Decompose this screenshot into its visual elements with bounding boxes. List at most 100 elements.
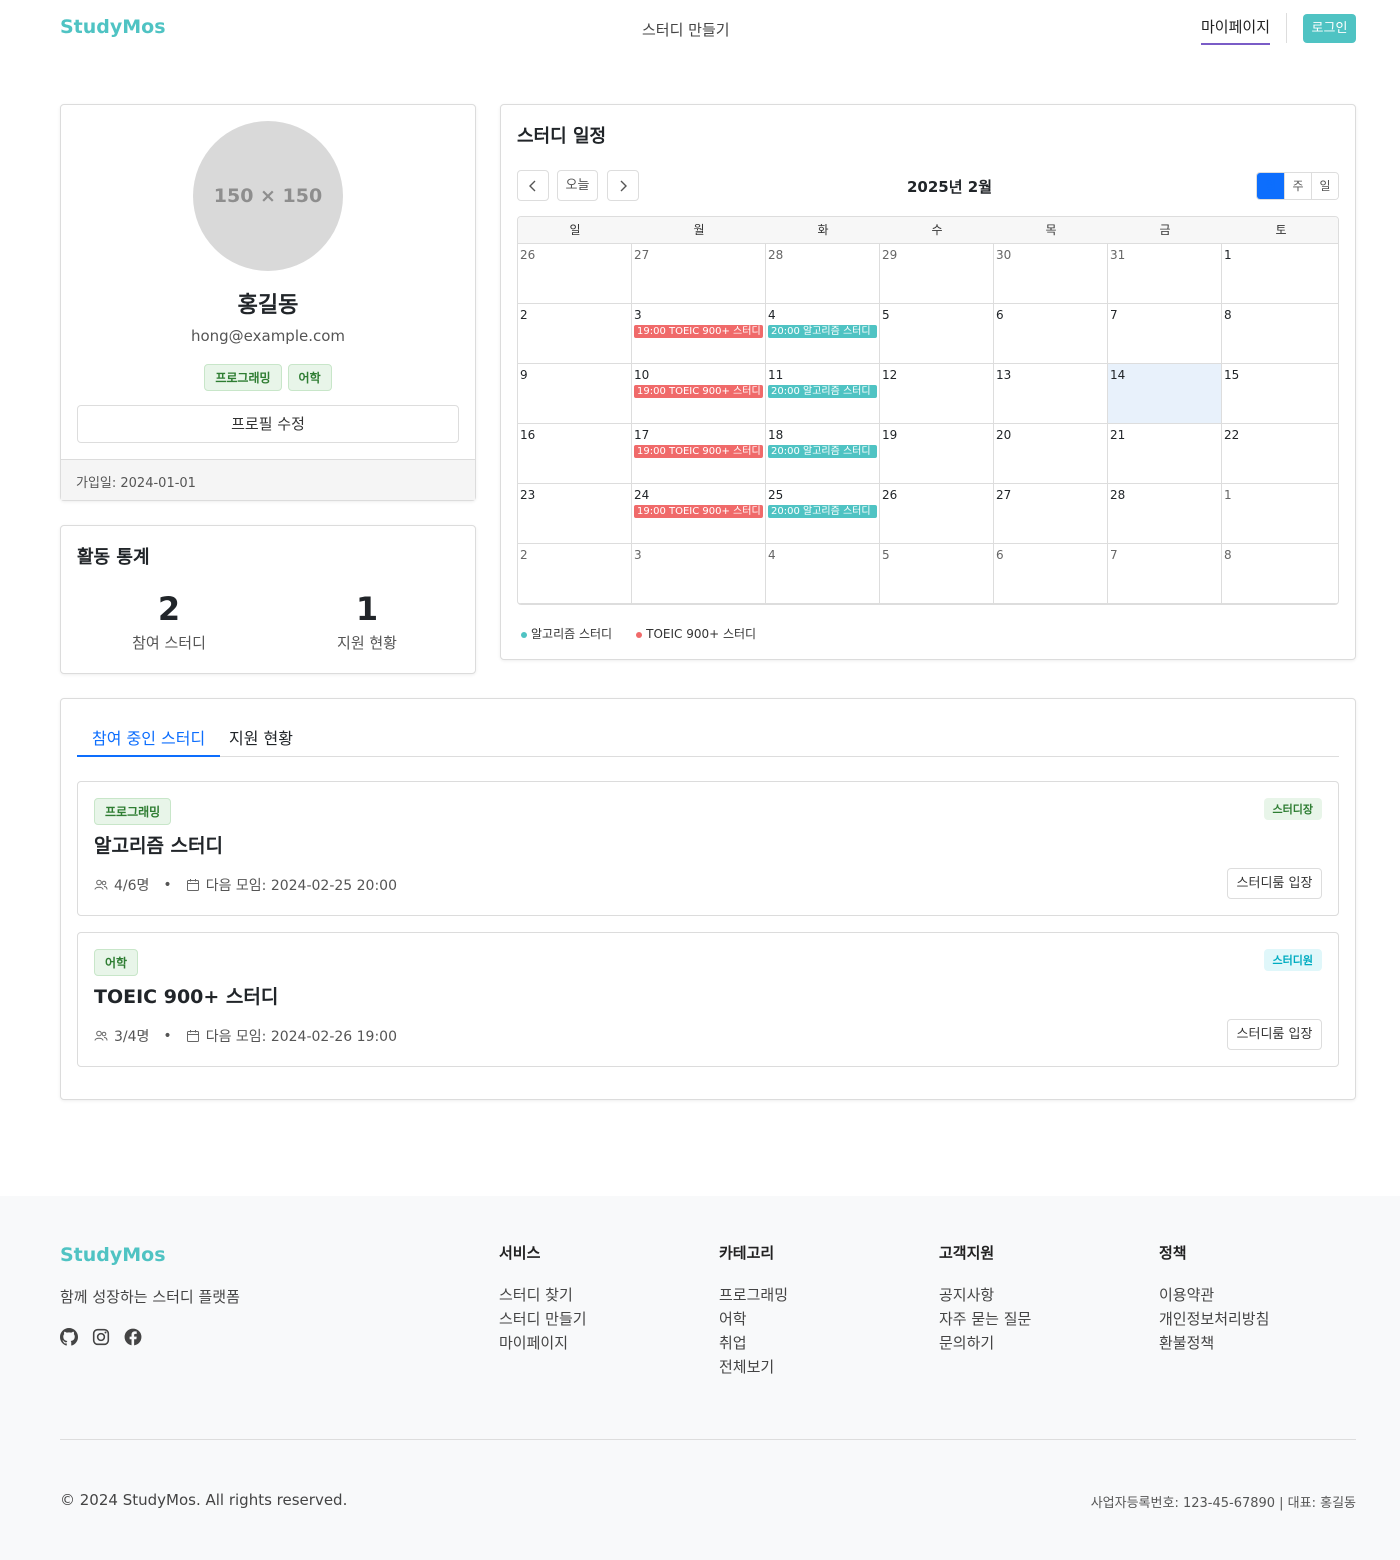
calendar-day-number: 14: [1110, 368, 1126, 382]
footer-link[interactable]: 스터디 만들기: [499, 1307, 587, 1331]
calendar-event[interactable]: 19:00 TOEIC 900+ 스터디: [634, 505, 763, 518]
calendar-day-cell[interactable]: 15: [1222, 364, 1338, 424]
calendar-event[interactable]: 19:00 TOEIC 900+ 스터디: [634, 385, 763, 398]
calendar-day-number: 11: [768, 368, 784, 382]
calendar-day-cell[interactable]: 2: [518, 544, 632, 604]
calendar-day-cell[interactable]: 20: [994, 424, 1108, 484]
calendar-event[interactable]: 20:00 알고리즘 스터디: [768, 385, 877, 398]
calendar-day-cell[interactable]: 1: [1222, 244, 1338, 304]
calendar-day-cell[interactable]: 1: [1222, 484, 1338, 544]
footer-link[interactable]: 취업: [719, 1331, 788, 1355]
calendar-day-cell[interactable]: 2: [518, 304, 632, 364]
calendar-day-cell[interactable]: 28: [1108, 484, 1222, 544]
calendar-event[interactable]: 20:00 알고리즘 스터디: [768, 505, 877, 518]
study-next-meeting: 다음 모임: 2024-02-26 19:00: [205, 1029, 397, 1045]
calendar-day-cell[interactable]: 17 19:00 TOEIC 900+ 스터디: [632, 424, 766, 484]
calendar-event[interactable]: 20:00 알고리즘 스터디: [768, 445, 877, 458]
edit-profile-button[interactable]: 프로필 수정: [77, 405, 459, 443]
calendar-day-cell[interactable]: 28: [766, 244, 880, 304]
study-title[interactable]: 알고리즘 스터디: [94, 831, 223, 858]
calendar-day-cell[interactable]: 5: [880, 304, 994, 364]
prev-month-button[interactable]: [517, 170, 549, 201]
login-button[interactable]: 로그인: [1303, 14, 1356, 43]
calendar-day-cell[interactable]: 6: [994, 544, 1108, 604]
facebook-icon[interactable]: [124, 1328, 142, 1346]
calendar-day-cell[interactable]: 26: [518, 244, 632, 304]
view-month-button[interactable]: 월: [1257, 173, 1284, 199]
calendar-event[interactable]: 20:00 알고리즘 스터디: [768, 325, 877, 338]
stat-label: 참여 스터디: [132, 634, 206, 652]
next-month-button[interactable]: [607, 170, 639, 201]
nav-create-study[interactable]: 스터디 만들기: [642, 19, 730, 40]
footer-link[interactable]: 프로그래밍: [719, 1283, 788, 1307]
footer-link[interactable]: 문의하기: [939, 1331, 1031, 1355]
calendar-day-cell[interactable]: 27: [994, 484, 1108, 544]
study-item: 어학 스터디원 TOEIC 900+ 스터디 3/4명 • 다음 모임: 202…: [77, 932, 1339, 1067]
calendar-day-number: 25: [768, 488, 784, 502]
footer-divider: [60, 1439, 1356, 1440]
stat-applications: 1 지원 현황: [267, 590, 467, 653]
footer-link[interactable]: 자주 묻는 질문: [939, 1307, 1031, 1331]
brand-logo[interactable]: StudyMos: [60, 16, 166, 38]
enter-studyroom-button[interactable]: 스터디룸 입장: [1227, 1019, 1322, 1050]
calendar-day-cell[interactable]: 9: [518, 364, 632, 424]
footer-link[interactable]: 마이페이지: [499, 1331, 587, 1355]
study-title[interactable]: TOEIC 900+ 스터디: [94, 982, 278, 1009]
calendar-day-cell[interactable]: 27: [632, 244, 766, 304]
calendar-day-cell[interactable]: 3 19:00 TOEIC 900+ 스터디: [632, 304, 766, 364]
footer-link[interactable]: 이용약관: [1159, 1283, 1269, 1307]
footer-brand[interactable]: StudyMos: [60, 1244, 166, 1266]
calendar-day-cell[interactable]: 5: [880, 544, 994, 604]
calendar-day-cell[interactable]: 7: [1108, 304, 1222, 364]
calendar-day-cell[interactable]: 26: [880, 484, 994, 544]
calendar-grid: 일월화수목금토 26 27 28 29 30 31 1 2 3 19:00 TOEIC 900+ …: [517, 216, 1339, 605]
calendar-day-cell[interactable]: 18 20:00 알고리즘 스터디: [766, 424, 880, 484]
view-day-button[interactable]: 일: [1311, 173, 1338, 199]
calendar-day-cell[interactable]: 7: [1108, 544, 1222, 604]
footer-link[interactable]: 스터디 찾기: [499, 1283, 587, 1307]
calendar-event[interactable]: 19:00 TOEIC 900+ 스터디: [634, 325, 763, 338]
calendar-day-cell[interactable]: 31: [1108, 244, 1222, 304]
instagram-icon[interactable]: [92, 1328, 110, 1346]
tab-joined-studies[interactable]: 참여 중인 스터디: [77, 719, 221, 757]
calendar-day-cell[interactable]: 22: [1222, 424, 1338, 484]
github-icon[interactable]: [60, 1328, 78, 1346]
calendar-day-cell[interactable]: 3: [632, 544, 766, 604]
today-button[interactable]: 오늘: [557, 170, 598, 201]
calendar-day-cell[interactable]: 12: [880, 364, 994, 424]
footer-col-title: 고객지원: [939, 1244, 995, 1262]
calendar-day-cell[interactable]: 21: [1108, 424, 1222, 484]
calendar-day-cell[interactable]: 8: [1222, 544, 1338, 604]
calendar-day-cell[interactable]: 6: [994, 304, 1108, 364]
footer-link[interactable]: 개인정보처리방침: [1159, 1307, 1269, 1331]
calendar-day-cell[interactable]: 24 19:00 TOEIC 900+ 스터디: [632, 484, 766, 544]
study-meta: 4/6명 • 다음 모임: 2024-02-25 20:00: [94, 875, 397, 895]
calendar-day-cell[interactable]: 23: [518, 484, 632, 544]
footer-link[interactable]: 어학: [719, 1307, 788, 1331]
calendar-day-cell[interactable]: 13: [994, 364, 1108, 424]
calendar-day-number: 4: [768, 308, 776, 322]
calendar-day-cell[interactable]: 4 20:00 알고리즘 스터디: [766, 304, 880, 364]
calendar-day-cell[interactable]: 29: [880, 244, 994, 304]
calendar-day-cell[interactable]: 30: [994, 244, 1108, 304]
calendar-day-number: 28: [1110, 488, 1126, 502]
calendar-day-cell[interactable]: 10 19:00 TOEIC 900+ 스터디: [632, 364, 766, 424]
legend-label: TOEIC 900+ 스터디: [646, 627, 757, 641]
nav-mypage[interactable]: 마이페이지: [1201, 16, 1271, 45]
footer-link[interactable]: 전체보기: [719, 1355, 788, 1379]
tab-applications[interactable]: 지원 현황: [214, 719, 308, 757]
enter-studyroom-button[interactable]: 스터디룸 입장: [1227, 868, 1322, 899]
footer-link[interactable]: 공지사항: [939, 1283, 1031, 1307]
calendar-day-cell[interactable]: 4: [766, 544, 880, 604]
footer-link[interactable]: 환불정책: [1159, 1331, 1269, 1355]
calendar-day-cell[interactable]: 25 20:00 알고리즘 스터디: [766, 484, 880, 544]
calendar-day-cell[interactable]: 19: [880, 424, 994, 484]
calendar-day-cell[interactable]: 14: [1108, 364, 1222, 424]
calendar-day-number: 7: [1110, 548, 1118, 562]
calendar-day-cell[interactable]: 8: [1222, 304, 1338, 364]
calendar-day-cell[interactable]: 11 20:00 알고리즘 스터디: [766, 364, 880, 424]
view-week-button[interactable]: 주: [1284, 173, 1311, 199]
calendar-day-cell[interactable]: 16: [518, 424, 632, 484]
people-icon: [94, 879, 108, 890]
calendar-event[interactable]: 19:00 TOEIC 900+ 스터디: [634, 445, 763, 458]
